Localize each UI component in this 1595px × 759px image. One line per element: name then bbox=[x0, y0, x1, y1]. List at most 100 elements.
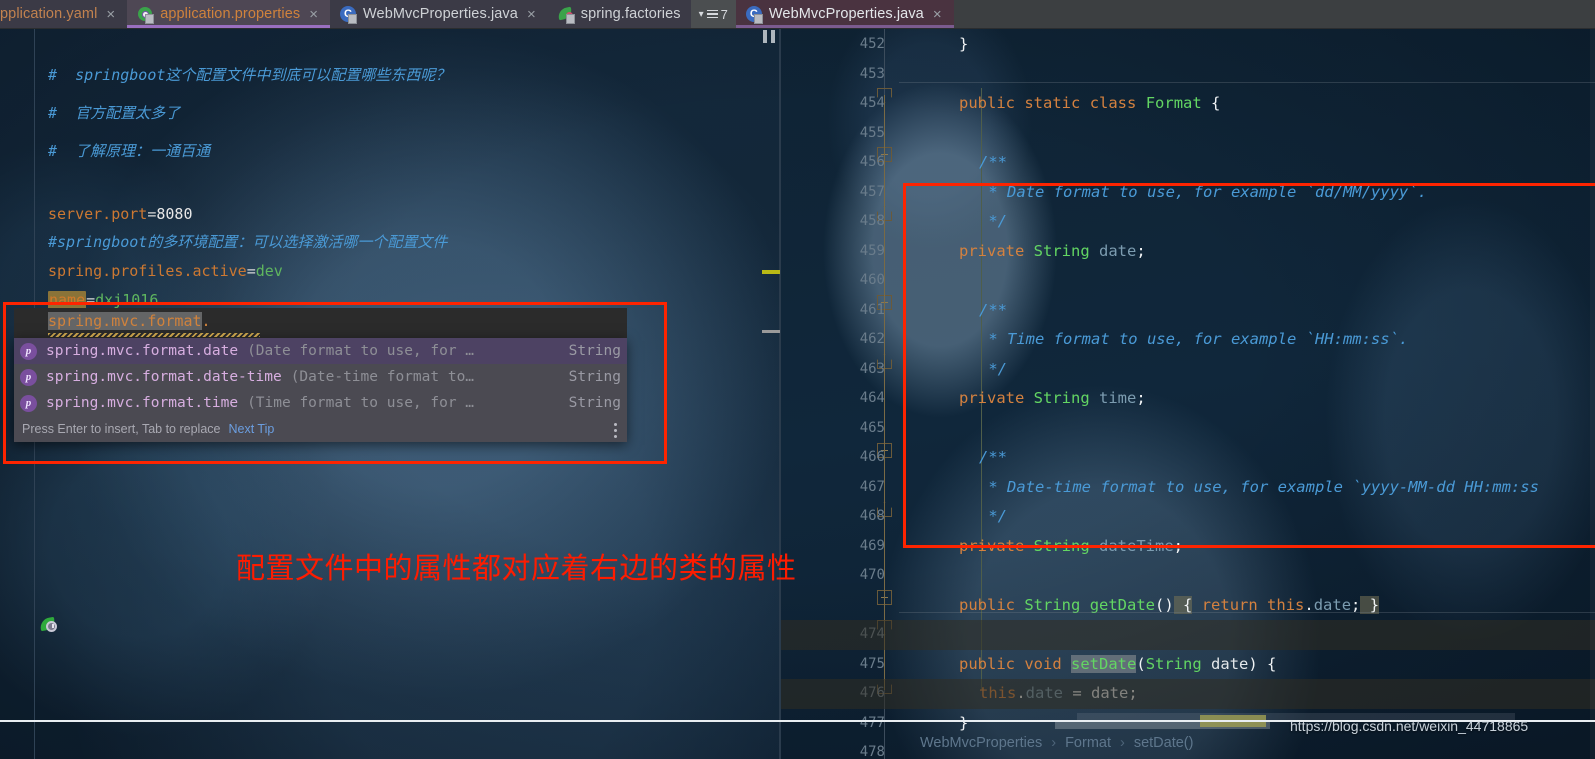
completion-item-name: spring.mvc.format.date-time bbox=[46, 369, 282, 385]
ide-window: pplication.yaml × application.properties… bbox=[0, 0, 1595, 759]
tab-label: WebMvcProperties.java bbox=[363, 6, 518, 22]
property-icon: p bbox=[20, 342, 37, 360]
java-code-line: public void setDate(String date) { bbox=[959, 650, 1276, 680]
line-number: 454 bbox=[859, 95, 885, 111]
completion-item-1[interactable]: p spring.mvc.format.date-time (Date-time… bbox=[14, 364, 627, 390]
line-number: 464 bbox=[859, 390, 885, 406]
spring-properties-icon bbox=[137, 6, 155, 24]
code-token: } bbox=[959, 713, 969, 732]
code-token: * Date format to use, for example `dd/MM… bbox=[979, 182, 1427, 201]
left-code-line: # springboot这个配置文件中到底可以配置哪些东西呢？ bbox=[48, 61, 450, 91]
property-key: name bbox=[48, 291, 87, 309]
completion-item-type: String bbox=[568, 343, 621, 359]
completion-item-2[interactable]: p spring.mvc.format.time (Time format to… bbox=[14, 390, 627, 416]
equals-sign: = bbox=[86, 291, 96, 309]
code-token: String bbox=[1033, 241, 1090, 260]
left-code-line: # 官方配置太多了 bbox=[48, 99, 180, 129]
code-token: String bbox=[1033, 536, 1090, 555]
line-number: 460 bbox=[859, 272, 885, 288]
spring-bean-gutter-icon[interactable] bbox=[39, 616, 58, 634]
code-token: */ bbox=[979, 212, 1007, 230]
right-editor-pane[interactable]: 452 453 454 455 456 457 458 459 460 461 462 463 464 4… bbox=[781, 28, 1595, 759]
breadcrumb-separator: › bbox=[1051, 735, 1057, 751]
pause-icon[interactable] bbox=[763, 30, 775, 43]
chevron-down-icon: ▾ bbox=[698, 8, 704, 20]
tab-application-properties[interactable]: application.properties × bbox=[127, 0, 330, 28]
breadcrumb[interactable]: WebMvcProperties › Format › setDate() bbox=[920, 735, 1193, 751]
caret-position-marker bbox=[762, 330, 780, 333]
completion-item-type: String bbox=[568, 395, 621, 411]
line-number: 459 bbox=[859, 242, 885, 259]
tab-webmvcproperties-java-2[interactable]: C WebMvcProperties.java × bbox=[735, 0, 954, 28]
java-code-line: /** bbox=[979, 148, 1007, 178]
completion-item-name: spring.mvc.format.time bbox=[46, 395, 239, 411]
java-code-line: /** bbox=[979, 443, 1007, 473]
code-token: ) { bbox=[1248, 654, 1277, 673]
line-number: 467 bbox=[859, 478, 885, 495]
tab-overflow-button[interactable]: ▾ 7 bbox=[690, 0, 736, 28]
code-token: this bbox=[1267, 595, 1305, 614]
typed-text[interactable]: spring.mvc.format. bbox=[48, 312, 211, 330]
line-number: 468 bbox=[859, 508, 885, 524]
caret-line-highlight bbox=[781, 679, 1595, 709]
line-number: 470 bbox=[859, 567, 885, 583]
breadcrumb-item-class[interactable]: WebMvcProperties bbox=[920, 735, 1042, 751]
completion-item-description: (Time format to use, for … bbox=[247, 395, 475, 411]
code-token: ; bbox=[1136, 389, 1146, 407]
java-code-line: */ bbox=[979, 502, 1007, 532]
close-icon[interactable]: × bbox=[931, 7, 944, 22]
line-number: 466 bbox=[859, 449, 885, 465]
editor-splitter[interactable] bbox=[779, 28, 781, 759]
property-icon: p bbox=[20, 394, 37, 412]
tab-list-icon bbox=[706, 8, 718, 21]
line-number: 455 bbox=[859, 124, 885, 141]
comment-text: # springboot这个配置文件中到底可以配置哪些东西呢？ bbox=[48, 66, 451, 84]
warning-marker[interactable] bbox=[762, 270, 780, 274]
code-token: String bbox=[1033, 389, 1090, 407]
comment-text: # 官方配置太多了 bbox=[48, 104, 181, 122]
code-token: public bbox=[959, 94, 1015, 112]
next-tip-link[interactable]: Next Tip bbox=[228, 422, 274, 436]
code-token: ( bbox=[1136, 654, 1146, 673]
code-token: } bbox=[959, 35, 969, 53]
code-token: private bbox=[959, 241, 1025, 260]
line-number: 457 bbox=[859, 183, 885, 200]
code-token: . bbox=[1304, 595, 1314, 614]
close-icon[interactable]: × bbox=[104, 7, 117, 22]
code-token: ; bbox=[1136, 241, 1146, 260]
left-code-line: # 了解原理：一通百通 bbox=[48, 137, 210, 167]
completion-popup-footer: Press Enter to insert, Tab to replace Ne… bbox=[14, 416, 627, 442]
close-icon[interactable]: × bbox=[307, 7, 320, 22]
line-number: 452 bbox=[859, 36, 885, 52]
code-token: /** bbox=[979, 153, 1007, 171]
code-token: String bbox=[1024, 595, 1081, 614]
fold-separator bbox=[899, 82, 1595, 83]
code-token: date bbox=[1313, 595, 1352, 614]
tab-label: spring.factories bbox=[580, 6, 681, 22]
property-value: dxj1016 bbox=[95, 291, 159, 309]
kebab-menu-icon[interactable] bbox=[614, 420, 617, 441]
close-icon[interactable]: × bbox=[525, 7, 538, 22]
breadcrumb-item-inner-class[interactable]: Format bbox=[1065, 735, 1111, 751]
java-class-icon: C bbox=[745, 6, 763, 24]
tab-webmvcproperties-java-1[interactable]: C WebMvcProperties.java × bbox=[330, 0, 548, 28]
tab-spring-factories[interactable]: spring.factories bbox=[547, 0, 691, 28]
line-number: 465 bbox=[859, 419, 885, 436]
comment-text: #springboot的多环境配置：可以选择激活哪一个配置文件 bbox=[48, 233, 448, 251]
tab-application-yaml[interactable]: pplication.yaml × bbox=[0, 0, 128, 28]
code-completion-popup[interactable]: p spring.mvc.format.date (Date format to… bbox=[14, 338, 627, 442]
completion-item-name: spring.mvc.format.date bbox=[46, 343, 239, 359]
tab-label: application.properties bbox=[160, 6, 301, 22]
breadcrumb-item-method[interactable]: setDate() bbox=[1134, 735, 1194, 751]
code-token: setDate bbox=[1071, 654, 1137, 673]
completion-item-0[interactable]: p spring.mvc.format.date (Date format to… bbox=[14, 338, 627, 364]
right-scrollbar[interactable] bbox=[1590, 28, 1595, 759]
